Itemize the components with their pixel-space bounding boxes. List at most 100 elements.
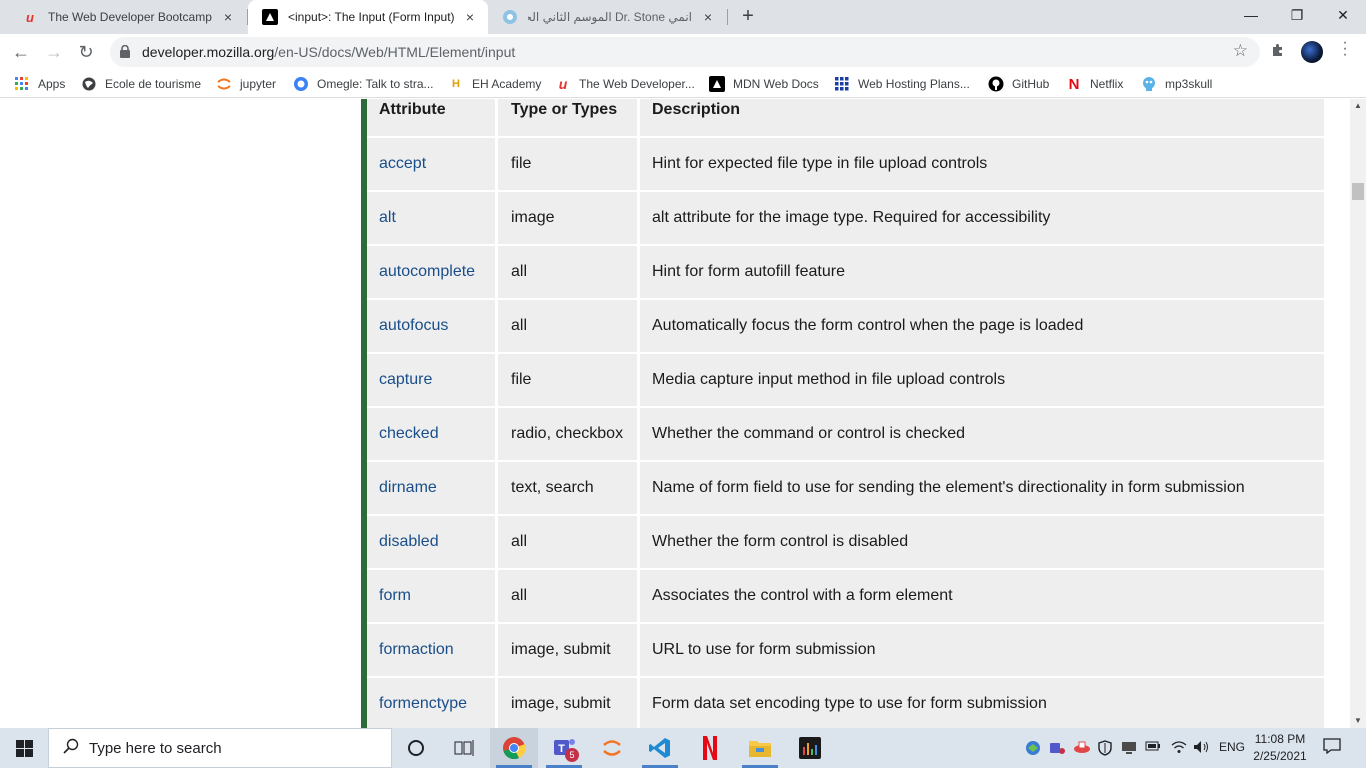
forward-button[interactable]: → <box>41 39 67 65</box>
bookmark-web-developer[interactable]: u The Web Developer... <box>555 75 695 93</box>
minimize-button[interactable]: — <box>1228 0 1274 30</box>
netflix-taskbar-icon[interactable] <box>686 728 734 768</box>
bookmark-web-hosting-plans[interactable]: Web Hosting Plans... <box>834 75 970 93</box>
globe-icon <box>81 76 97 92</box>
attribute-link[interactable]: autofocus <box>379 317 448 335</box>
scroll-down-arrow-icon[interactable]: ▼ <box>1350 714 1366 728</box>
battery-icon[interactable] <box>1145 740 1161 755</box>
profile-avatar[interactable] <box>1301 41 1323 63</box>
close-tab-icon[interactable]: × <box>700 9 716 25</box>
bookmark-github[interactable]: GitHub <box>988 75 1049 93</box>
address-bar[interactable]: developer.mozilla.org/en-US/docs/Web/HTM… <box>110 37 1260 67</box>
vertical-scrollbar[interactable]: ▲ ▼ <box>1350 99 1366 728</box>
types-cell: file <box>498 138 637 190</box>
bookmark-mdn-web-docs[interactable]: MDN Web Docs <box>709 75 819 93</box>
bookmark-label: EH Academy <box>472 77 542 91</box>
bookmark-label: Apps <box>38 77 66 91</box>
search-icon <box>63 738 79 759</box>
attribute-link[interactable]: accept <box>379 155 426 173</box>
attribute-link[interactable]: formaction <box>379 641 454 659</box>
reload-button[interactable]: ↻ <box>73 39 99 65</box>
types-cell: file <box>498 354 637 406</box>
extensions-puzzle-icon[interactable] <box>1270 42 1286 63</box>
wifi-icon[interactable] <box>1171 740 1187 757</box>
file-explorer-taskbar-icon[interactable] <box>736 728 784 768</box>
github-icon <box>988 76 1004 92</box>
bookmark-jupyter[interactable]: jupyter <box>216 75 276 93</box>
table-row: dirname text, search Name of form field to… <box>367 462 1324 514</box>
windows-taskbar: Type here to search T 5 ENG 11:08 PM 2/2… <box>0 728 1366 768</box>
mdn-icon <box>262 9 278 25</box>
taskbar-search-box[interactable]: Type here to search <box>48 728 392 768</box>
jupyter-taskbar-icon[interactable] <box>588 728 636 768</box>
lock-icon <box>120 44 130 58</box>
bookmark-eh-academy[interactable]: H EH Academy <box>448 75 541 93</box>
description-cell: Media capture input method in file uploa… <box>640 354 1324 406</box>
close-tab-icon[interactable]: × <box>462 9 478 25</box>
task-view-icon[interactable] <box>440 728 488 768</box>
table-row: form all Associates the control with a for… <box>367 570 1324 622</box>
tab-dr-stone[interactable]: انمي Dr. Stone الموسم الثاني الحلق × <box>488 0 726 34</box>
bookmark-star-icon[interactable]: ☆ <box>1233 41 1248 61</box>
close-tab-icon[interactable]: × <box>220 9 236 25</box>
attribute-link[interactable]: dirname <box>379 479 437 497</box>
bookmark-ecole-de-tourisme[interactable]: Ecole de tourisme <box>81 75 201 93</box>
netflix-icon: N <box>1068 75 1080 93</box>
bookmark-mp3skull[interactable]: mp3skull <box>1141 75 1212 93</box>
bookmark-netflix[interactable]: N Netflix <box>1066 75 1124 93</box>
attribute-cell: form <box>367 570 495 622</box>
antivirus-tray-icon[interactable] <box>1073 740 1091 757</box>
attribute-link[interactable]: autocomplete <box>379 263 475 281</box>
volume-icon[interactable] <box>1193 740 1211 757</box>
device-tray-icon[interactable] <box>1121 740 1137 759</box>
vscode-taskbar-icon[interactable] <box>636 728 684 768</box>
chrome-taskbar-icon[interactable] <box>490 728 538 768</box>
teams-taskbar-icon[interactable]: T 5 <box>540 728 588 768</box>
restore-button[interactable]: ❐ <box>1274 0 1320 30</box>
start-button[interactable] <box>0 728 48 768</box>
attribute-link[interactable]: disabled <box>379 533 439 551</box>
table-row: autocomplete all Hint for form autofill fe… <box>367 246 1324 298</box>
eh-academy-icon: H <box>452 78 460 90</box>
taskbar-clock[interactable]: 11:08 PM 2/25/2021 <box>1250 731 1310 765</box>
attribute-link[interactable]: checked <box>379 425 439 443</box>
scroll-up-arrow-icon[interactable]: ▲ <box>1350 99 1366 113</box>
tab-mdn-input[interactable]: <input>: The Input (Form Input) × <box>248 0 488 34</box>
browser-menu-icon[interactable]: · · · <box>1340 35 1350 63</box>
new-tab-button[interactable]: + <box>737 5 759 27</box>
search-placeholder: Type here to search <box>89 739 222 757</box>
tab-separator <box>727 9 728 25</box>
notification-center-icon[interactable] <box>1320 738 1344 758</box>
description-cell: URL to use for form submission <box>640 624 1324 676</box>
tab-title: انمي Dr. Stone الموسم الثاني الحلق <box>528 10 692 24</box>
table-row: formaction image, submit URL to use for fo… <box>367 624 1324 676</box>
types-cell: all <box>498 516 637 568</box>
attribute-link[interactable]: formenctype <box>379 695 467 713</box>
bookmark-omegle[interactable]: Omegle: Talk to stra... <box>293 75 434 93</box>
bookmarks-bar: Apps Ecole de tourisme jupyter Omegle: T… <box>0 70 1366 98</box>
tab-web-developer-bootcamp[interactable]: u The Web Developer Bootcamp 20 × <box>8 0 246 34</box>
bookmark-label: Web Hosting Plans... <box>858 77 970 91</box>
back-button[interactable]: ← <box>8 39 34 65</box>
tray-app-icon[interactable] <box>1025 740 1041 759</box>
bookmark-apps[interactable]: Apps <box>14 75 65 93</box>
close-window-button[interactable]: ✕ <box>1320 0 1366 30</box>
attribute-link[interactable]: alt <box>379 209 396 227</box>
attribute-link[interactable]: capture <box>379 371 432 389</box>
scroll-thumb[interactable] <box>1352 183 1364 200</box>
attribute-cell: autofocus <box>367 300 495 352</box>
teams-tray-icon[interactable] <box>1049 740 1065 759</box>
security-shield-icon[interactable] <box>1097 740 1113 759</box>
attribute-cell: formaction <box>367 624 495 676</box>
clock-date: 2/25/2021 <box>1253 749 1307 763</box>
audio-app-taskbar-icon[interactable] <box>786 728 834 768</box>
apps-grid-icon <box>14 76 30 92</box>
hosting-grid-icon <box>834 76 850 92</box>
description-cell: Whether the command or control is checke… <box>640 408 1324 460</box>
cortana-icon[interactable] <box>392 728 440 768</box>
attribute-link[interactable]: form <box>379 587 411 605</box>
bookmark-label: GitHub <box>1012 77 1050 91</box>
tab-title: The Web Developer Bootcamp 20 <box>48 10 212 24</box>
url-text[interactable]: developer.mozilla.org/en-US/docs/Web/HTM… <box>142 44 515 60</box>
input-language-indicator[interactable]: ENG <box>1219 740 1245 754</box>
